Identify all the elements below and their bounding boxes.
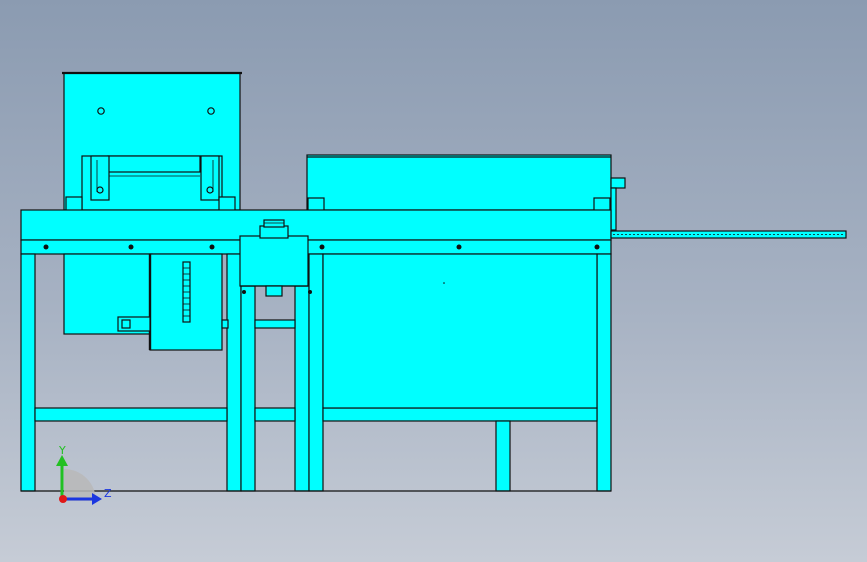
motor-box xyxy=(63,253,229,351)
table-top xyxy=(20,209,612,255)
x-axis-icon xyxy=(59,495,67,503)
guide-pin-left xyxy=(96,186,104,194)
z-axis-label: Z xyxy=(104,487,112,500)
hopper-bolt-left xyxy=(97,107,105,115)
left-hopper xyxy=(62,71,242,224)
machine-front-view: Y Z xyxy=(20,71,847,505)
guide-pin-right xyxy=(206,186,214,194)
hopper-bolt-right xyxy=(207,107,215,115)
conveyor-rail xyxy=(610,230,847,239)
orientation-triad: Y Z xyxy=(56,444,112,505)
y-axis-label: Y xyxy=(58,444,66,457)
cad-viewport[interactable]: Y Z xyxy=(0,0,867,562)
